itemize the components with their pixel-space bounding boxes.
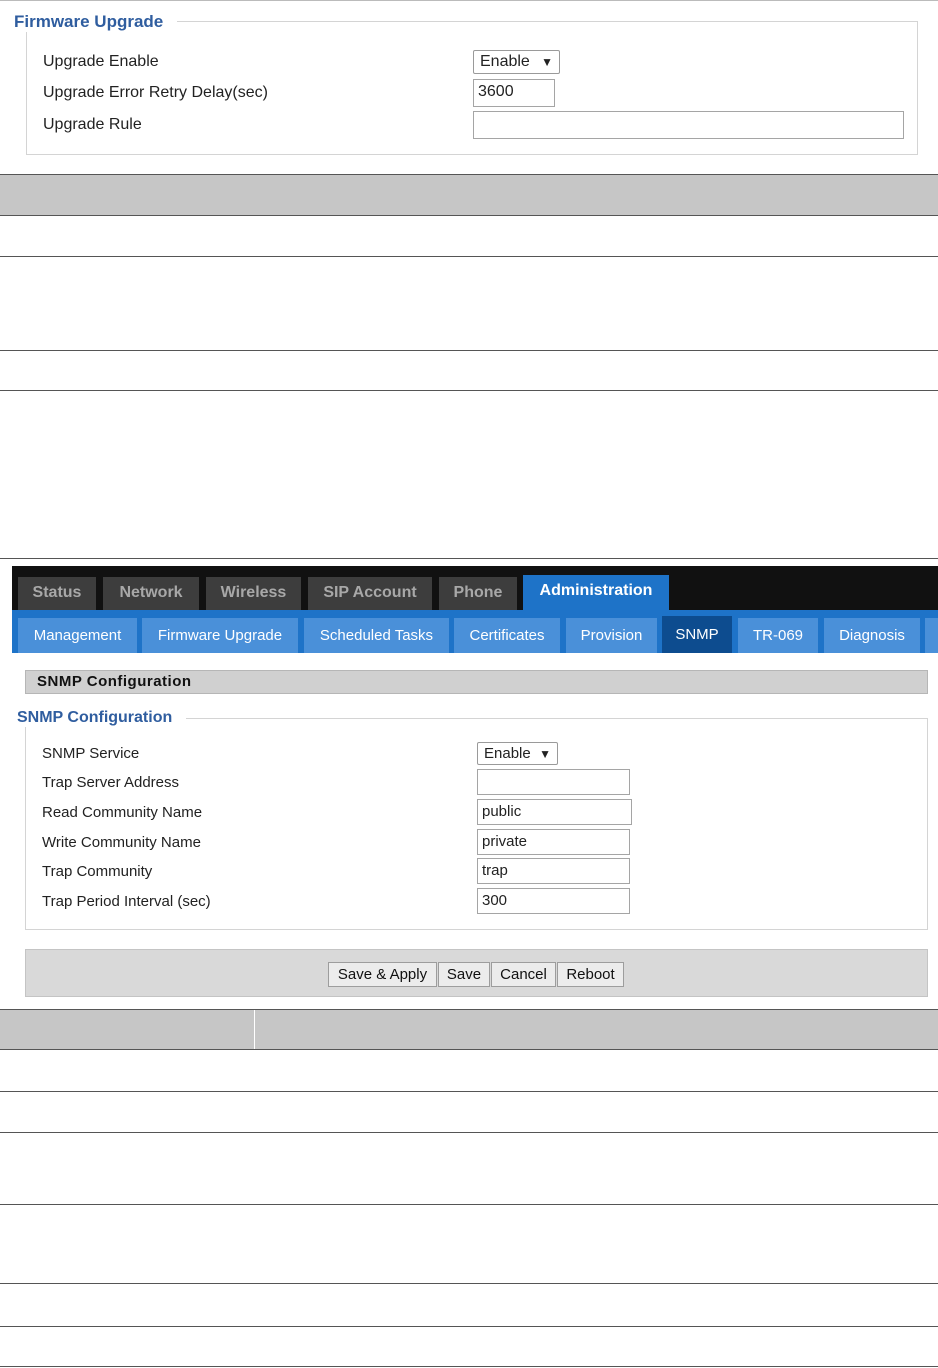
table-line (0, 1366, 938, 1367)
table-line (0, 1049, 938, 1050)
tab-wireless[interactable]: Wireless (206, 577, 301, 610)
table-line (0, 215, 938, 216)
table-header-row (0, 175, 938, 215)
chevron-down-icon: ▼ (539, 747, 551, 761)
table-line (0, 1091, 938, 1092)
upgrade-enable-label: Upgrade Enable (43, 53, 159, 70)
trap-period-label: Trap Period Interval (sec) (42, 893, 211, 910)
table-line (0, 1326, 938, 1327)
table-line (0, 350, 938, 351)
save-button[interactable]: Save (438, 962, 490, 987)
table-line (0, 390, 938, 391)
tab-status[interactable]: Status (18, 577, 96, 610)
main-tab-bar: Status Network Wireless SIP Account Phon… (12, 566, 938, 610)
snmp-service-select[interactable]: Enable ▼ (477, 742, 558, 765)
table-column-divider (254, 1010, 255, 1049)
read-community-label: Read Community Name (42, 804, 203, 821)
button-bar: Save & Apply Save Cancel Reboot (25, 949, 928, 997)
snmp-service-value: Enable (484, 745, 531, 762)
write-community-label: Write Community Name (42, 834, 201, 851)
write-community-input[interactable]: private (477, 829, 630, 855)
subtab-overflow[interactable] (925, 618, 938, 653)
trap-community-input[interactable]: trap (477, 858, 630, 884)
subtab-management[interactable]: Management (18, 618, 137, 653)
top-border (0, 0, 938, 1)
trap-server-address-input[interactable] (477, 769, 630, 795)
read-community-input[interactable]: public (477, 799, 632, 825)
trap-period-input[interactable]: 300 (477, 888, 630, 914)
tab-phone[interactable]: Phone (439, 577, 517, 610)
cancel-button[interactable]: Cancel (491, 962, 556, 987)
tab-administration[interactable]: Administration (523, 575, 669, 610)
sub-tab-bar: Management Firmware Upgrade Scheduled Ta… (12, 610, 938, 653)
tab-network[interactable]: Network (103, 577, 199, 610)
snmp-screenshot: Status Network Wireless SIP Account Phon… (12, 566, 938, 1006)
table-line (0, 1283, 938, 1284)
upgrade-retry-delay-label: Upgrade Error Retry Delay(sec) (43, 84, 268, 101)
tab-sip-account[interactable]: SIP Account (308, 577, 432, 610)
subtab-scheduled-tasks[interactable]: Scheduled Tasks (304, 618, 449, 653)
chevron-down-icon: ▼ (541, 55, 553, 69)
table-line (0, 1132, 938, 1133)
subtab-firmware-upgrade[interactable]: Firmware Upgrade (142, 618, 298, 653)
snmp-legend: SNMP Configuration (15, 709, 187, 727)
subtab-diagnosis[interactable]: Diagnosis (824, 618, 920, 653)
save-apply-button[interactable]: Save & Apply (328, 962, 437, 987)
table-header-row (0, 1010, 938, 1049)
firmware-upgrade-legend: Firmware Upgrade (12, 12, 178, 32)
page-title: SNMP Configuration (25, 670, 928, 694)
reboot-button[interactable]: Reboot (557, 962, 624, 987)
subtab-provision[interactable]: Provision (566, 618, 657, 653)
trap-server-address-label: Trap Server Address (42, 774, 179, 791)
upgrade-rule-label: Upgrade Rule (43, 116, 142, 133)
table-line (0, 1204, 938, 1205)
upgrade-enable-value: Enable (480, 53, 530, 70)
table-line (0, 256, 938, 257)
upgrade-enable-select[interactable]: Enable ▼ (473, 50, 560, 74)
subtab-certificates[interactable]: Certificates (454, 618, 560, 653)
subtab-snmp[interactable]: SNMP (662, 616, 732, 653)
snmp-service-label: SNMP Service (42, 745, 140, 762)
subtab-tr069[interactable]: TR-069 (738, 618, 818, 653)
trap-community-label: Trap Community (42, 863, 153, 880)
table-line (0, 558, 938, 559)
upgrade-retry-delay-input[interactable]: 3600 (473, 79, 555, 107)
upgrade-rule-input[interactable] (473, 111, 904, 139)
